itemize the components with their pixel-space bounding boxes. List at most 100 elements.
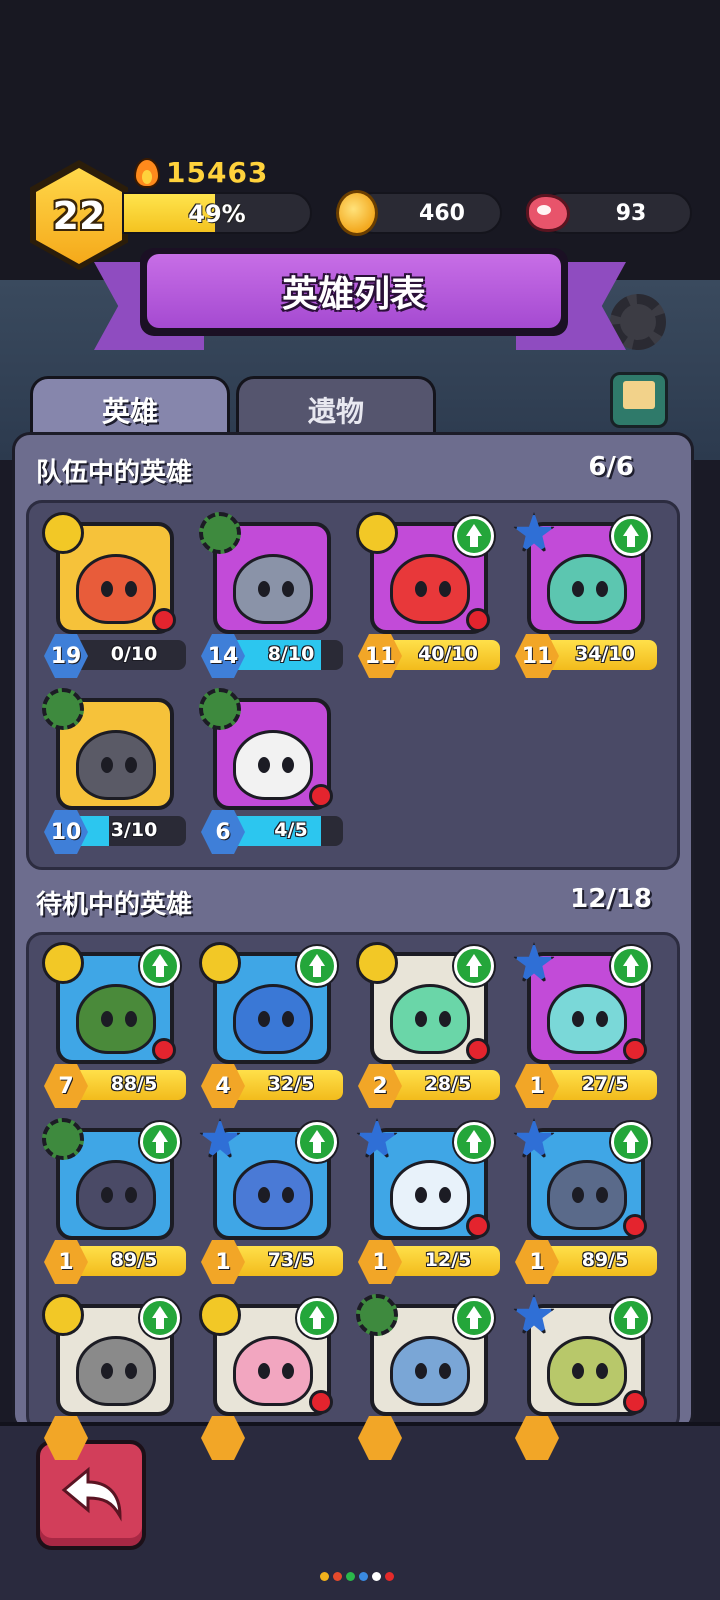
page-dot	[333, 1572, 342, 1581]
upgrade-arrow-icon	[611, 516, 651, 556]
hero-card[interactable]: 1 27/5	[513, 942, 665, 1108]
shard-progress-bar: 12/5	[390, 1246, 500, 1276]
hero-face	[233, 554, 313, 624]
shard-progress-bar: 3/10	[76, 816, 186, 846]
shard-progress-text: 89/5	[581, 1249, 629, 1271]
notification-dot	[466, 1038, 490, 1062]
tab-heroes[interactable]: 英雄	[30, 376, 230, 440]
tab-relics[interactable]: 遗物	[236, 376, 436, 440]
skull-class-icon	[42, 942, 84, 984]
skull-class-icon	[356, 512, 398, 554]
hero-face	[76, 1160, 156, 1230]
hero-face	[76, 554, 156, 624]
skull-class-icon	[199, 942, 241, 984]
upgrade-arrow-icon	[454, 1298, 494, 1338]
hero-card[interactable]: 1 73/5	[199, 1118, 351, 1284]
hero-card[interactable]: 1 12/5	[356, 1118, 508, 1284]
shard-progress-bar: 28/5	[390, 1070, 500, 1100]
page-dot	[359, 1572, 368, 1581]
hero-face	[233, 730, 313, 800]
hero-face	[76, 984, 156, 1054]
notification-dot	[466, 608, 490, 632]
mail-icon[interactable]	[610, 372, 668, 428]
hero-card[interactable]: 14 8/10	[199, 512, 351, 678]
upgrade-arrow-icon	[140, 1122, 180, 1162]
notification-dot	[152, 608, 176, 632]
shard-progress-bar: 40/10	[390, 640, 500, 670]
upgrade-arrow-icon	[140, 1298, 180, 1338]
upgrade-arrow-icon	[611, 946, 651, 986]
notification-dot	[623, 1390, 647, 1414]
shard-progress-text: 27/5	[581, 1073, 629, 1095]
shard-progress-bar: 4/5	[233, 816, 343, 846]
shard-progress-text: 34/10	[575, 643, 635, 665]
shard-progress-text: 40/10	[418, 643, 478, 665]
hero-face	[233, 1160, 313, 1230]
hero-face	[547, 1160, 627, 1230]
shard-progress-bar: 0/10	[76, 640, 186, 670]
shard-progress-bar: 89/5	[76, 1246, 186, 1276]
team-section-title: 队伍中的英雄	[36, 458, 193, 488]
team-count: 6/6	[588, 452, 634, 482]
shard-progress-bar: 8/10	[233, 640, 343, 670]
shard-progress-bar: 88/5	[76, 1070, 186, 1100]
gear-class-icon	[42, 688, 84, 730]
flame-icon	[134, 157, 160, 188]
page-dot	[385, 1572, 394, 1581]
hero-card[interactable]: 11 34/10	[513, 512, 665, 678]
gear-class-icon	[199, 688, 241, 730]
standby-section-title: 待机中的英雄	[36, 890, 193, 920]
shard-progress-text: 88/5	[110, 1073, 158, 1095]
hero-face	[390, 554, 470, 624]
xp-percent: 49%	[188, 200, 246, 228]
hero-face	[390, 1160, 470, 1230]
hero-face	[547, 984, 627, 1054]
skull-class-icon	[42, 512, 84, 554]
hero-face	[76, 1336, 156, 1406]
notification-dot	[466, 1214, 490, 1238]
hero-face	[233, 1336, 313, 1406]
page-title: 英雄列表	[147, 254, 561, 328]
notification-dot	[623, 1038, 647, 1062]
gear-class-icon	[199, 512, 241, 554]
meat-icon	[526, 194, 570, 232]
power-display: 15463	[134, 156, 268, 189]
upgrade-arrow-icon	[454, 946, 494, 986]
skull-class-icon	[199, 1294, 241, 1336]
page-indicator	[320, 1572, 394, 1581]
shard-progress-bar: 89/5	[547, 1246, 657, 1276]
page-dot	[320, 1572, 329, 1581]
shard-progress-text: 0/10	[110, 643, 158, 665]
hero-face	[547, 554, 627, 624]
hero-card[interactable]: 4 32/5	[199, 942, 351, 1108]
hero-card[interactable]: 11 40/10	[356, 512, 508, 678]
shard-progress-bar: 27/5	[547, 1070, 657, 1100]
hero-card[interactable]: 1 89/5	[513, 1118, 665, 1284]
shard-progress-text: 73/5	[267, 1249, 315, 1271]
upgrade-arrow-icon	[297, 1298, 337, 1338]
back-button[interactable]	[36, 1440, 146, 1550]
skull-class-icon	[42, 1294, 84, 1336]
hero-card[interactable]: 10 3/10	[42, 688, 194, 854]
notification-dot	[623, 1214, 647, 1238]
gear-class-icon	[356, 1294, 398, 1336]
shard-progress-text: 28/5	[424, 1073, 472, 1095]
hero-card[interactable]: 1 89/5	[42, 1118, 194, 1284]
notification-dot	[309, 1390, 333, 1414]
hero-card[interactable]: 7 88/5	[42, 942, 194, 1108]
power-value: 15463	[166, 156, 269, 189]
hero-card[interactable]: 2 28/5	[356, 942, 508, 1108]
shard-progress-bar: 73/5	[233, 1246, 343, 1276]
hero-card[interactable]: 19 0/10	[42, 512, 194, 678]
shard-progress-bar: 32/5	[233, 1070, 343, 1100]
hero-card[interactable]: 6 4/5	[199, 688, 351, 854]
hero-face	[390, 1336, 470, 1406]
hero-face	[547, 1336, 627, 1406]
upgrade-arrow-icon	[140, 946, 180, 986]
page-dot	[346, 1572, 355, 1581]
upgrade-arrow-icon	[454, 1122, 494, 1162]
skull-class-icon	[356, 942, 398, 984]
notification-dot	[309, 784, 333, 808]
upgrade-arrow-icon	[297, 1122, 337, 1162]
upgrade-arrow-icon	[454, 516, 494, 556]
